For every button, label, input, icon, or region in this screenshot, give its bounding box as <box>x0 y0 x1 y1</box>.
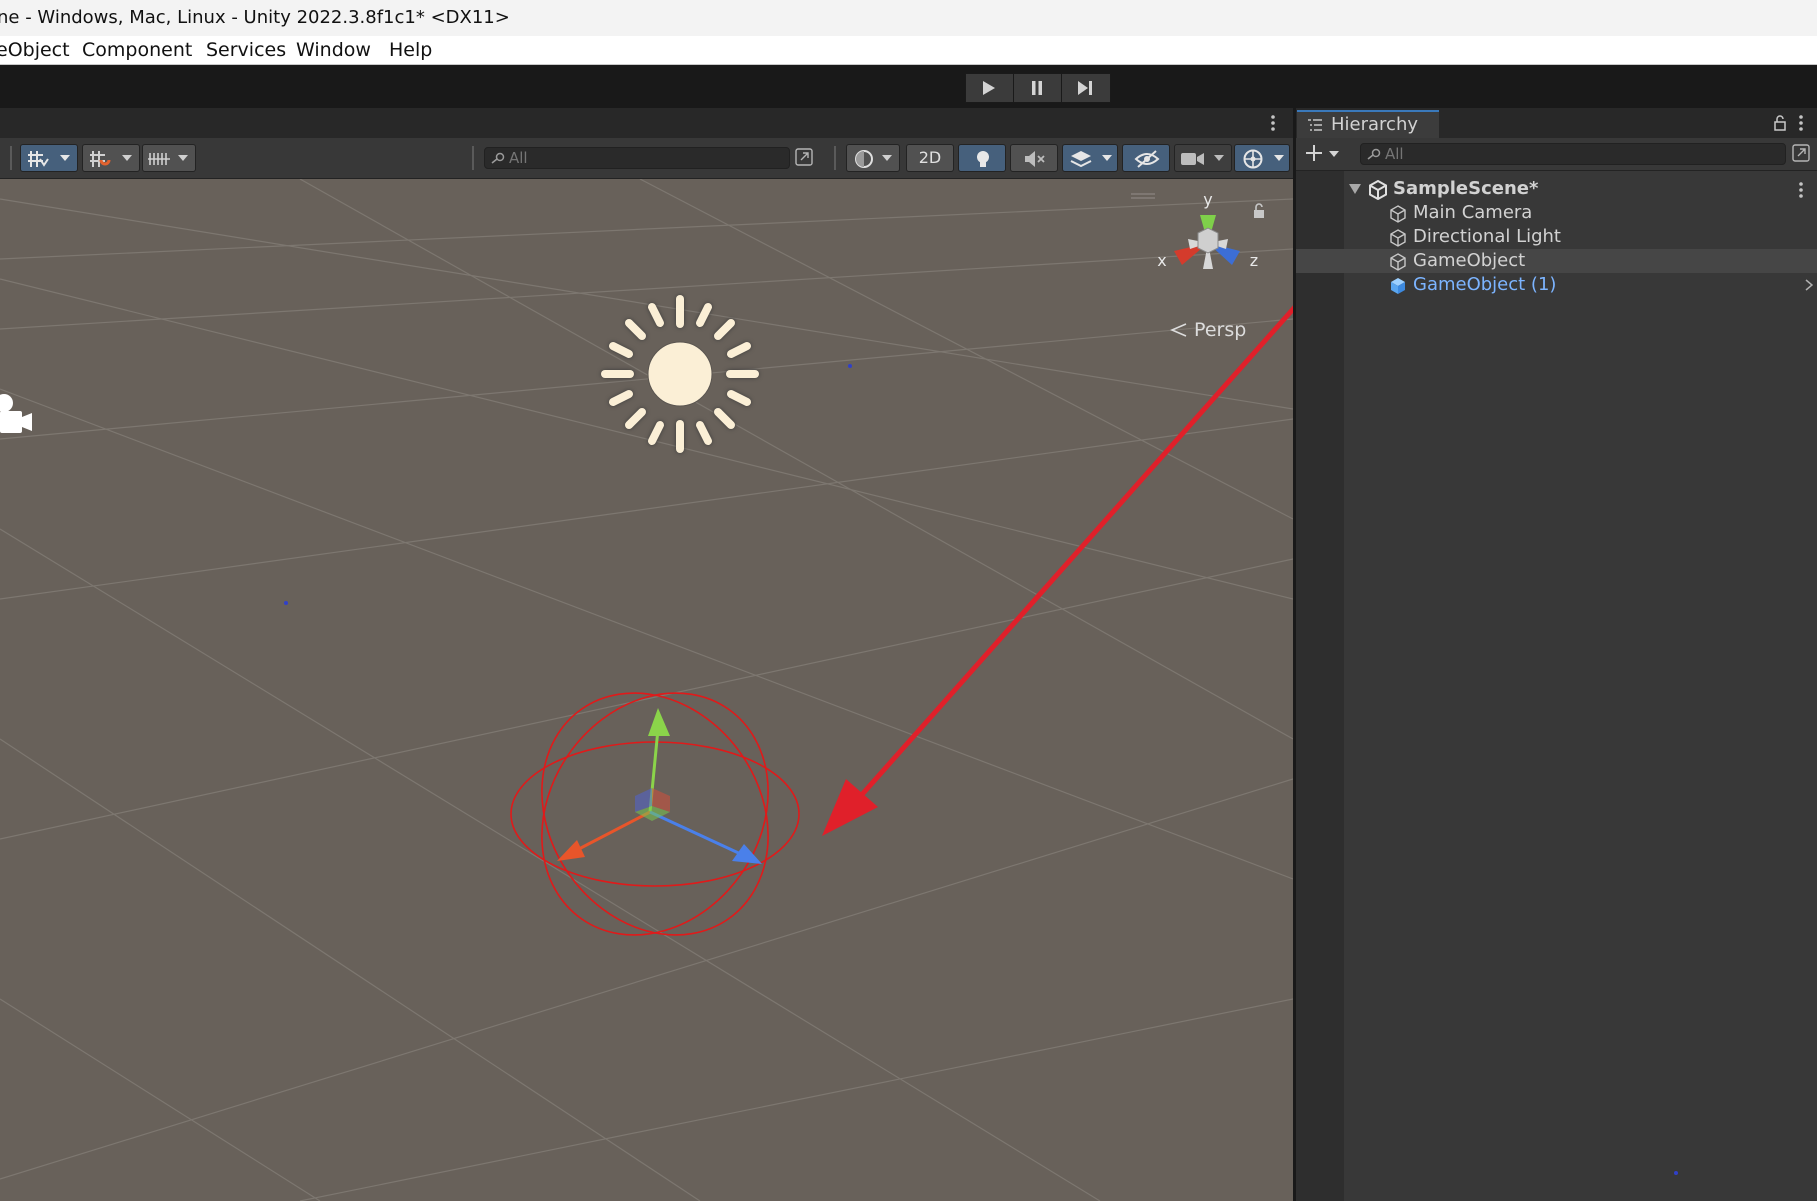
window-titlebar: ne - Windows, Mac, Linux - Unity 2022.3.… <box>0 0 1817 36</box>
cube-outline-icon <box>1390 205 1406 223</box>
chevron-down-icon <box>1274 155 1284 161</box>
menu-services[interactable]: Services <box>206 36 286 64</box>
hierarchy-item-label: Directional Light <box>1413 226 1561 247</box>
scene-camera-dropdown[interactable] <box>1174 144 1232 172</box>
search-icon <box>1367 148 1381 160</box>
chevron-down-icon <box>60 155 70 161</box>
more-options-icon[interactable] <box>1268 114 1278 132</box>
hierarchy-item-label: GameObject (1) <box>1413 274 1557 295</box>
ruler-icon <box>148 153 170 165</box>
mode-2d-toggle[interactable]: 2D <box>906 144 954 172</box>
hierarchy-tab-bar: Hierarchy <box>1296 108 1817 138</box>
tab-hierarchy[interactable]: Hierarchy <box>1297 110 1439 138</box>
hierarchy-tree: SampleScene* Main Camera Directional Lig… <box>1296 171 1817 1201</box>
unity-scene-icon <box>1369 180 1387 200</box>
axis-label-y: y <box>1203 193 1212 209</box>
camera-icon[interactable] <box>0 393 34 437</box>
pause-button[interactable] <box>1013 73 1063 103</box>
chevron-down-icon <box>1329 151 1339 157</box>
cube-blue-icon <box>1391 278 1405 294</box>
external-link-icon[interactable] <box>795 148 813 166</box>
effects-dropdown[interactable] <box>1062 144 1118 172</box>
lighting-toggle[interactable] <box>958 144 1006 172</box>
hierarchy-search-input[interactable] <box>1385 144 1725 164</box>
scene-name: SampleScene* <box>1393 178 1539 199</box>
light-bulb-icon <box>977 151 989 167</box>
menu-help[interactable]: Help <box>389 36 432 64</box>
audio-muted-icon <box>1025 151 1045 167</box>
menu-window[interactable]: Window <box>296 36 371 64</box>
shading-sphere-icon <box>855 150 873 168</box>
menu-gameobject[interactable]: eObject <box>0 36 70 64</box>
play-button[interactable] <box>965 73 1015 103</box>
hierarchy-gutter <box>1296 171 1344 1201</box>
step-button[interactable] <box>1061 73 1111 103</box>
play-icon <box>983 81 995 95</box>
hierarchy-panel: Hierarchy SampleScene* Main Camera <box>1296 108 1817 1201</box>
transform-gizmo[interactable] <box>500 684 800 944</box>
lock-icon[interactable] <box>1773 114 1787 132</box>
chevron-down-icon <box>178 155 188 161</box>
toolbar-separator <box>834 146 836 170</box>
scene-search-input[interactable] <box>509 148 753 168</box>
menu-bar: eObject Component Services Window Help <box>0 36 1817 65</box>
more-options-icon[interactable] <box>1796 181 1806 199</box>
toolbar-separator <box>10 146 12 170</box>
hierarchy-toolbar <box>1296 138 1817 171</box>
directional-light-icon[interactable] <box>595 289 765 459</box>
hierarchy-search-field[interactable] <box>1360 143 1786 165</box>
chevron-down-icon <box>1102 155 1112 161</box>
external-link-icon[interactable] <box>1792 144 1810 162</box>
hierarchy-item-gameobject[interactable]: GameObject <box>1296 249 1817 273</box>
cube-outline-icon <box>1390 253 1406 271</box>
main-toolbar <box>0 65 1817 108</box>
hierarchy-tab-label: Hierarchy <box>1331 114 1419 135</box>
gizmo-globe-icon <box>1243 149 1263 169</box>
more-options-icon[interactable] <box>1796 114 1806 132</box>
chevron-down-icon <box>882 155 892 161</box>
create-dropdown[interactable] <box>1304 143 1342 165</box>
ruler-toggle[interactable] <box>142 144 196 172</box>
hierarchy-item-gameobject-1[interactable]: GameObject (1) <box>1296 273 1817 297</box>
chevron-down-icon <box>1214 155 1224 161</box>
toolbar-separator <box>472 146 474 170</box>
scene-row[interactable]: SampleScene* <box>1296 177 1817 201</box>
audio-toggle[interactable] <box>1010 144 1058 172</box>
window-title: ne - Windows, Mac, Linux - Unity 2022.3.… <box>0 7 510 28</box>
scene-toolbar: 2D <box>0 138 1293 179</box>
cube-outline-icon <box>1390 229 1406 247</box>
scene-visibility-toggle[interactable] <box>1122 144 1170 172</box>
effects-stack-icon <box>1070 151 1092 168</box>
eye-hidden-icon <box>1134 150 1160 168</box>
drag-handle-icon[interactable] <box>1130 193 1156 199</box>
hierarchy-item-label: Main Camera <box>1413 202 1533 223</box>
lock-icon[interactable] <box>1252 203 1266 219</box>
stray-dot <box>1674 1171 1678 1175</box>
hierarchy-list-icon <box>1308 119 1322 131</box>
scene-viewport[interactable]: y x z Persp <box>0 179 1293 1201</box>
hierarchy-item-directional-light[interactable]: Directional Light <box>1296 225 1817 249</box>
increment-snap-toggle[interactable] <box>82 144 140 172</box>
draw-mode-dropdown[interactable] <box>846 144 900 172</box>
step-icon <box>1078 81 1092 95</box>
scene-search-field[interactable] <box>484 147 790 169</box>
foldout-arrow-icon[interactable] <box>1349 184 1361 194</box>
menu-component[interactable]: Component <box>82 36 192 64</box>
increment-snap-icon <box>90 151 111 167</box>
hierarchy-item-main-camera[interactable]: Main Camera <box>1296 201 1817 225</box>
chevron-right-icon[interactable] <box>1805 279 1813 291</box>
grid-snap-icon <box>28 151 49 167</box>
search-icon <box>491 152 505 164</box>
plus-icon <box>1306 145 1322 161</box>
gizmos-dropdown[interactable] <box>1234 144 1290 172</box>
camera-icon <box>1181 153 1204 165</box>
annotation-arrow <box>822 305 1293 836</box>
hierarchy-item-label: GameObject <box>1413 250 1526 271</box>
grid-snapping-toggle[interactable] <box>20 144 78 172</box>
scene-tab-bar <box>0 108 1293 138</box>
chevron-down-icon <box>122 155 132 161</box>
pause-icon <box>1032 81 1042 95</box>
